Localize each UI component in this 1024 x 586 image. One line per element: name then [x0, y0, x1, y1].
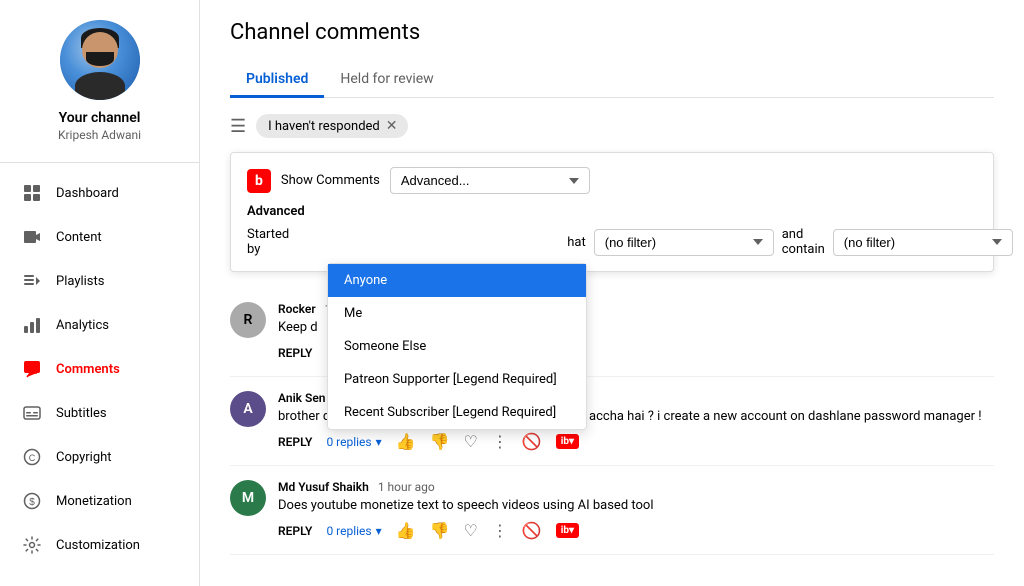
thumbs-down-icon[interactable]: 👎 — [430, 521, 450, 540]
comment-icon — [20, 357, 44, 381]
hide-icon[interactable]: 🚫 — [522, 432, 542, 451]
show-comments-row: b Show Comments Advanced... — [247, 167, 977, 194]
tab-held-for-review[interactable]: Held for review — [324, 63, 449, 98]
comment-actions: REPLY 0 replies ▾ 👍 👎 ♡ ⋮ 🚫 ib▾ — [278, 432, 994, 451]
video-icon — [20, 225, 44, 249]
main-content: Channel comments Published Held for revi… — [200, 0, 1024, 586]
yt-badge: ib▾ — [556, 523, 579, 538]
settings-icon — [20, 533, 44, 557]
yt-badge: ib▾ — [556, 434, 579, 449]
more-options-icon[interactable]: ⋮ — [492, 432, 508, 451]
replies-count[interactable]: 0 replies ▾ — [326, 524, 381, 538]
sidebar-item-customization[interactable]: Customization — [0, 523, 199, 567]
sidebar-item-content-label: Content — [56, 230, 102, 245]
playlist-icon — [20, 269, 44, 293]
started-by-row: Started by Anyone Me Someone Else Patreo… — [247, 227, 977, 257]
dropdown-item-anyone[interactable]: Anyone — [328, 264, 586, 297]
hat-label: hat — [567, 235, 585, 250]
sidebar-item-dashboard-label: Dashboard — [56, 186, 119, 201]
sidebar-item-analytics-label: Analytics — [56, 318, 109, 333]
started-by-label: Started by — [247, 227, 289, 257]
sidebar-item-comments-label: Comments — [56, 362, 120, 377]
comment-avatar: M — [230, 480, 266, 516]
reply-button[interactable]: REPLY — [278, 346, 312, 360]
sidebar-item-monetization-label: Monetization — [56, 494, 132, 509]
replies-count[interactable]: 0 replies ▾ — [326, 435, 381, 449]
sidebar-item-subtitles-label: Subtitles — [56, 406, 107, 421]
heart-icon[interactable]: ♡ — [463, 432, 477, 451]
dropdown-item-me[interactable]: Me — [328, 297, 586, 330]
comment-avatar: A — [230, 391, 266, 427]
show-comments-select[interactable]: Advanced... — [390, 167, 590, 194]
filter-row: ☰ I haven't responded ✕ — [230, 114, 994, 138]
copyright-icon: C — [20, 445, 44, 469]
sidebar-item-content[interactable]: Content — [0, 215, 199, 259]
thumbs-down-icon[interactable]: 👎 — [430, 432, 450, 451]
tabs: Published Held for review — [230, 63, 994, 98]
chart-icon — [20, 313, 44, 337]
channel-name: Your channel — [59, 110, 141, 126]
yt-logo: b — [247, 169, 271, 193]
sidebar-item-monetization[interactable]: $ Monetization — [0, 479, 199, 523]
advanced-filter-box: b Show Comments Advanced... Advanced Sta… — [230, 152, 994, 272]
sidebar-item-copyright[interactable]: C Copyright — [0, 435, 199, 479]
sidebar-item-subtitles[interactable]: Subtitles — [0, 391, 199, 435]
comment-item: M Md Yusuf Shaikh 1 hour ago Does youtub… — [230, 466, 994, 555]
sidebar-item-comments[interactable]: Comments — [0, 347, 199, 391]
comment-text: Does youtube monetize text to speech vid… — [278, 498, 994, 513]
sidebar-item-copyright-label: Copyright — [56, 450, 112, 465]
chevron-down-icon: ▾ — [376, 435, 382, 449]
svg-text:C: C — [29, 453, 36, 463]
subtitles-icon — [20, 401, 44, 425]
tab-published[interactable]: Published — [230, 63, 324, 98]
comment-body: Md Yusuf Shaikh 1 hour ago Does youtube … — [278, 480, 994, 540]
dropdown-item-patreon[interactable]: Patreon Supporter [Legend Required] — [328, 363, 586, 396]
grid-icon — [20, 181, 44, 205]
channel-subtitle: Kripesh Adwani — [58, 128, 141, 142]
dollar-icon: $ — [20, 489, 44, 513]
sidebar-item-playlists-label: Playlists — [56, 274, 104, 289]
sidebar-item-customization-label: Customization — [56, 538, 140, 553]
reply-button[interactable]: REPLY — [278, 435, 312, 449]
sidebar-item-dashboard[interactable]: Dashboard — [0, 171, 199, 215]
filter-icon[interactable]: ☰ — [230, 116, 246, 137]
page-title: Channel comments — [230, 20, 994, 45]
hide-icon[interactable]: 🚫 — [522, 521, 542, 540]
sidebar-item-playlists[interactable]: Playlists — [0, 259, 199, 303]
chevron-down-icon: ▾ — [376, 524, 382, 538]
thumbs-up-icon[interactable]: 👍 — [396, 521, 416, 540]
show-comments-label: Show Comments — [281, 173, 380, 188]
sidebar-item-analytics[interactable]: Analytics — [0, 303, 199, 347]
sidebar: Your channel Kripesh Adwani Dashboard Co… — [0, 0, 200, 586]
dropdown-item-someone-else[interactable]: Someone Else — [328, 330, 586, 363]
contain-filter-select[interactable]: (no filter) — [833, 229, 1013, 256]
filter-chip-responded: I haven't responded ✕ — [256, 114, 407, 138]
comment-meta: Md Yusuf Shaikh 1 hour ago — [278, 480, 994, 494]
avatar — [60, 20, 140, 100]
dropdown-item-recent-sub[interactable]: Recent Subscriber [Legend Required] — [328, 396, 586, 429]
filter-chip-label: I haven't responded — [268, 119, 380, 134]
thumbs-up-icon[interactable]: 👍 — [396, 432, 416, 451]
started-by-dropdown[interactable]: Anyone Me Someone Else Patreon Supporter… — [327, 263, 587, 430]
advanced-label: Advanced — [247, 204, 977, 219]
comment-actions: REPLY 0 replies ▾ 👍 👎 ♡ ⋮ 🚫 ib▾ — [278, 521, 994, 540]
sidebar-divider — [0, 162, 199, 163]
reply-button[interactable]: REPLY — [278, 524, 312, 538]
more-options-icon[interactable]: ⋮ — [492, 521, 508, 540]
filter-chip-close-button[interactable]: ✕ — [386, 118, 398, 134]
sidebar-nav: Dashboard Content Playlists Analytics Co… — [0, 171, 199, 567]
hat-filter-select[interactable]: (no filter) — [594, 229, 774, 256]
svg-text:$: $ — [29, 497, 35, 508]
comment-avatar: R — [230, 302, 266, 338]
heart-icon[interactable]: ♡ — [463, 521, 477, 540]
and-contain-label: and contain — [782, 227, 825, 257]
